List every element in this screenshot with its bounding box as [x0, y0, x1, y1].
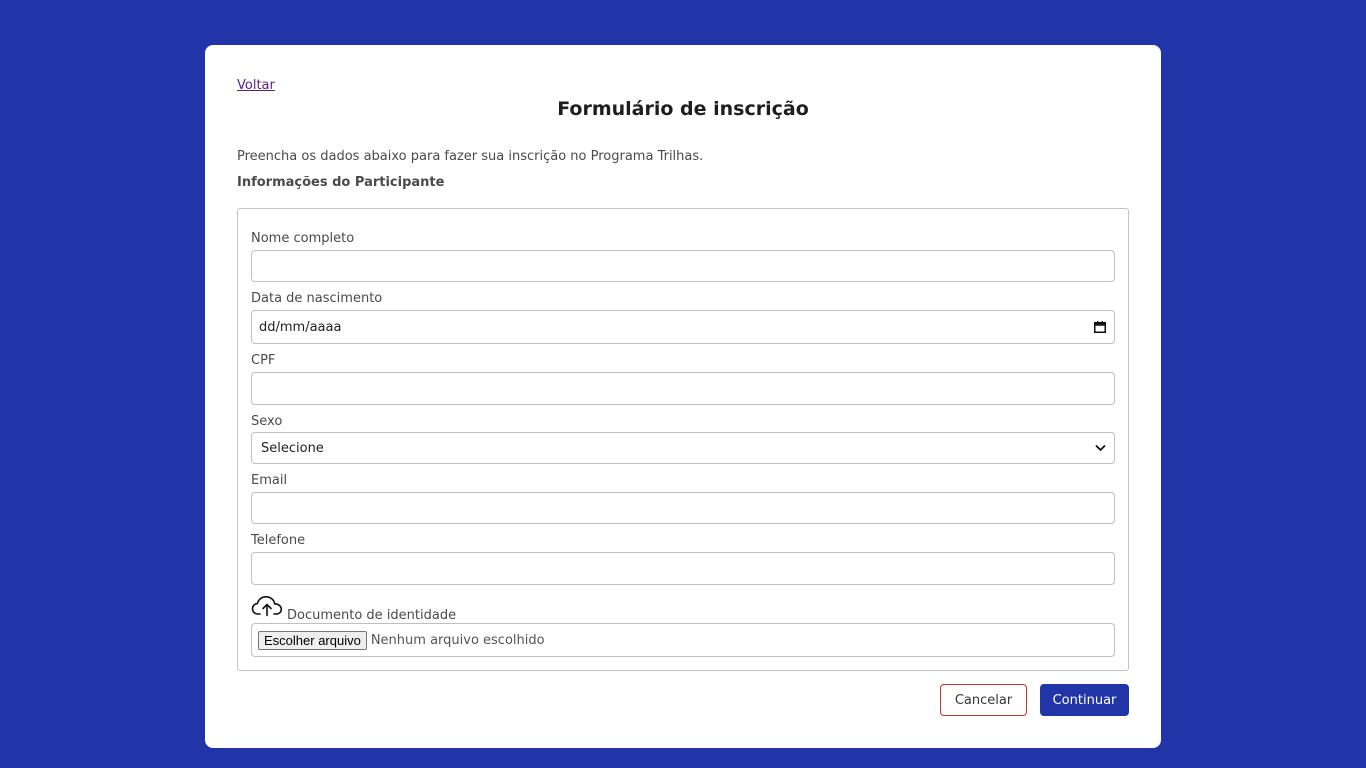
document-label: Documento de identidade: [287, 608, 457, 623]
sex-selected-value: Selecione: [261, 440, 324, 456]
phone-label: Telefone: [251, 533, 306, 548]
cancel-button[interactable]: Cancelar: [940, 684, 1027, 716]
cloud-upload-icon: [251, 595, 283, 621]
email-input[interactable]: [251, 492, 1115, 524]
continue-button[interactable]: Continuar: [1040, 684, 1129, 716]
cpf-input[interactable]: [251, 372, 1115, 405]
phone-input[interactable]: [251, 552, 1115, 585]
sex-select[interactable]: Selecione: [251, 432, 1115, 464]
birthdate-placeholder: dd/mm/aaaa: [259, 319, 342, 335]
participant-fieldset: Nome completo Data de nascimento dd/mm/a…: [237, 208, 1129, 671]
document-file-input[interactable]: Escolher arquivo Nenhum arquivo escolhid…: [251, 623, 1115, 657]
choose-file-button[interactable]: Escolher arquivo: [258, 630, 367, 650]
name-input[interactable]: [251, 250, 1115, 282]
name-label: Nome completo: [251, 231, 355, 246]
calendar-icon[interactable]: [1094, 321, 1106, 333]
email-label: Email: [251, 473, 288, 488]
chevron-down-icon: [1095, 444, 1106, 452]
birthdate-input[interactable]: dd/mm/aaaa: [251, 310, 1115, 344]
intro-text: Preencha os dados abaixo para fazer sua …: [237, 149, 704, 164]
page-title: Formulário de inscrição: [557, 98, 809, 120]
document-label-row: Documento de identidade: [251, 595, 457, 623]
file-status: Nenhum arquivo escolhido: [370, 632, 545, 648]
form-card: Voltar Formulário de inscrição Preencha …: [205, 45, 1161, 748]
section-title: Informações do Participante: [237, 175, 445, 190]
birthdate-label: Data de nascimento: [251, 291, 383, 306]
sex-label: Sexo: [251, 414, 283, 429]
cpf-label: CPF: [251, 353, 276, 368]
back-link[interactable]: Voltar: [237, 78, 275, 93]
